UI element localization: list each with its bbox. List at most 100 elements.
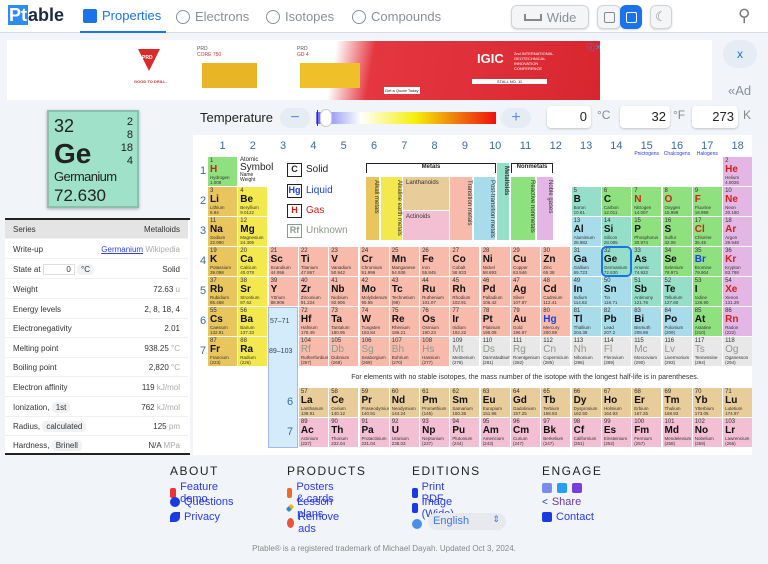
element-cell[interactable]: 78 Pt Platinum 195.08	[480, 307, 510, 336]
element-cell[interactable]: 47 Ag Silver 107.87	[511, 277, 540, 306]
element-cell[interactable]: 111 Rg Roentgenium (282)	[511, 337, 540, 366]
element-cell[interactable]: 75 Re Rhenium 186.21	[389, 307, 419, 336]
temperature-increase-button[interactable]: +	[501, 108, 531, 128]
element-cell[interactable]: 93 Np Neptunium (237)	[420, 418, 450, 447]
ad-close-button[interactable]: x	[723, 40, 757, 68]
element-cell[interactable]: 19 K Potassium 39.098	[208, 247, 237, 276]
element-cell[interactable]: 80 Hg Mercury 200.59	[541, 307, 571, 336]
element-cell[interactable]: 97 Bk Berkelium (247)	[541, 418, 571, 447]
element-cell[interactable]: 107 Bh Bohrium (270)	[389, 337, 419, 366]
legend-actinoids[interactable]: Actinoids	[403, 211, 449, 240]
element-cell[interactable]: 2 He Helium 4.0026	[723, 157, 753, 186]
group-number[interactable]: 18	[723, 140, 752, 152]
element-cell[interactable]: 1 H Hydrogen 1.008	[208, 157, 237, 186]
element-cell[interactable]: 60 Nd Neodymium 144.24	[389, 388, 419, 417]
ad-label[interactable]: «Ad	[728, 83, 751, 98]
privacy-link[interactable]: Privacy	[170, 511, 220, 523]
element-cell[interactable]: 69 Tm Thulium 168.93	[662, 388, 692, 417]
discord-icon[interactable]	[542, 483, 552, 493]
element-cell[interactable]: 9 F Fluorine 18.998	[692, 187, 722, 216]
group-number[interactable]: 5	[329, 140, 358, 152]
element-cell[interactable]: 74 W Tungsten 183.84	[359, 307, 389, 336]
element-cell[interactable]: 94 Pu Plutonium (244)	[450, 418, 480, 447]
element-cell[interactable]: 37 Rb Rubidium 85.468	[208, 277, 237, 306]
element-cell[interactable]: 25 Mn Manganese 54.938	[389, 247, 419, 276]
element-cell[interactable]: 40 Zr Zirconium 91.224	[298, 277, 328, 306]
tab-isotopes[interactable]: Isotopes	[266, 0, 334, 33]
element-cell[interactable]: 26 Fe Iron 55.845	[420, 247, 450, 276]
element-cell[interactable]: 104 Rf Rutherfordium (267)	[298, 337, 328, 366]
element-cell[interactable]: 17 Cl Chlorine 35.45	[692, 217, 722, 246]
element-cell[interactable]: 87 Fr Francium (223)	[208, 337, 237, 366]
element-cell[interactable]: 79 Au Gold 196.97	[511, 307, 540, 336]
group-number[interactable]: 13	[572, 140, 601, 152]
lanthanides-range[interactable]: 57–71	[270, 318, 289, 325]
element-cell[interactable]: 70 Yb Ytterbium 173.05	[692, 388, 722, 417]
element-cell[interactable]: 54 Xe Xenon 131.29	[723, 277, 753, 306]
element-cell[interactable]: 113 Nh Nihonium (286)	[571, 337, 601, 366]
element-cell[interactable]: 73 Ta Tantalum 180.95	[329, 307, 359, 336]
element-cell[interactable]: 84 Po Polonium (209)	[662, 307, 692, 336]
element-cell[interactable]: 68 Er Erbium 167.26	[632, 388, 662, 417]
element-cell[interactable]: 45 Rh Rhodium 102.91	[450, 277, 480, 306]
legend-lanthanoids[interactable]: Lanthanoids	[403, 177, 449, 210]
element-cell[interactable]: 46 Pd Palladium 106.42	[480, 277, 510, 306]
legend-transition-metals[interactable]: Transition metals	[450, 177, 472, 240]
element-cell[interactable]: 30 Zn Zinc 65.38	[541, 247, 571, 276]
element-cell[interactable]: 22 Ti Titanium 47.867	[298, 247, 328, 276]
contact-link[interactable]: Contact	[542, 511, 594, 523]
group-number[interactable]: 11	[511, 140, 540, 152]
element-cell[interactable]: 33 As Arsenic 74.922	[632, 247, 662, 276]
wikipedia-link[interactable]: Wikipedia	[145, 245, 180, 254]
element-cell[interactable]: 82 Pb Lead 207.2	[601, 307, 631, 336]
element-cell[interactable]: 18 Ar Argon 39.948	[723, 217, 753, 246]
group-name[interactable]: Halogens	[687, 151, 728, 157]
element-cell[interactable]: 6 C Carbon 12.011	[601, 187, 631, 216]
group-number[interactable]: 4	[299, 140, 328, 152]
legend-noble-gases[interactable]: Noble gases	[537, 177, 553, 240]
element-cell[interactable]: 27 Co Cobalt 58.933	[450, 247, 480, 276]
element-cell[interactable]: 29 Cu Copper 63.546	[511, 247, 540, 276]
element-cell[interactable]: 72 Hf Hafnium 178.49	[298, 307, 328, 336]
tab-electrons[interactable]: Electrons	[176, 0, 249, 33]
element-cell[interactable]: 23 V Vanadium 50.942	[329, 247, 359, 276]
element-cell[interactable]: 21 Sc Scandium 44.956	[268, 247, 298, 276]
element-cell[interactable]: 59PrPraseodymium140.91	[359, 388, 389, 417]
element-cell[interactable]: 43 Tc Technetium (98)	[389, 277, 419, 306]
element-cell[interactable]: 91 Pa Protactinium 231.04	[359, 418, 389, 447]
element-cell[interactable]: 98 Cf Californium (251)	[571, 418, 601, 447]
element-cell[interactable]: 66 Dy Dysprosium 162.50	[571, 388, 601, 417]
element-cell[interactable]: 42 Mo Molybdenum 95.95	[359, 277, 389, 306]
element-cell[interactable]: 65 Tb Terbium 158.93	[541, 388, 571, 417]
element-cell[interactable]: 38 Sr Strontium 87.62	[238, 277, 268, 306]
element-cell[interactable]: 41 Nb Niobium 92.906	[329, 277, 359, 306]
element-cell[interactable]: 85 At Astatine (210)	[692, 307, 722, 336]
element-cell[interactable]: 51 Sb Antimony 121.76	[632, 277, 662, 306]
state-temperature-input[interactable]: 0	[42, 263, 75, 275]
element-cell[interactable]: 10 Ne Neon 20.180	[723, 187, 753, 216]
group-number[interactable]: 12	[541, 140, 570, 152]
element-cell[interactable]: 61 Pm Promethium (145)	[420, 388, 450, 417]
element-cell[interactable]: 15 P Phosphorus 30.974	[632, 217, 662, 246]
instagram-icon[interactable]	[572, 483, 582, 493]
share-link[interactable]: < Share	[542, 496, 581, 508]
element-cell[interactable]: 20 Ca Calcium 40.078	[238, 247, 268, 276]
element-cell[interactable]: 56 Ba Barium 137.33	[238, 307, 268, 336]
element-cell[interactable]: 12 Mg Magnesium 24.305	[238, 217, 268, 246]
temperature-slider-handle[interactable]	[320, 109, 332, 127]
element-cell[interactable]: 14 Si Silicon 28.085	[601, 217, 631, 246]
element-cell[interactable]: 32 Ge Germanium 72.630	[600, 246, 632, 277]
element-cell[interactable]: 89 Ac Actinium (227)	[298, 418, 328, 447]
element-cell[interactable]: 50 Sn Tin 118.71	[601, 277, 631, 306]
celsius-input[interactable]: 0	[547, 106, 591, 128]
element-cell[interactable]: 83 Bi Bismuth 208.98	[632, 307, 662, 336]
element-cell[interactable]: 16 S Sulfur 32.06	[662, 217, 692, 246]
element-cell[interactable]: 39 Y Yttrium 88.906	[268, 277, 298, 306]
layout-side-button[interactable]	[620, 5, 642, 29]
radius-select[interactable]: calculated	[42, 420, 87, 432]
element-cell[interactable]: 34 Se Selenium 78.971	[662, 247, 692, 276]
element-cell[interactable]: 3 Li Lithium 6.94	[208, 187, 237, 216]
element-cell[interactable]: 86 Rn Radon (222)	[723, 307, 753, 336]
kelvin-input[interactable]: 273	[692, 106, 738, 128]
element-cell[interactable]: 105 Db Dubnium (268)	[329, 337, 359, 366]
